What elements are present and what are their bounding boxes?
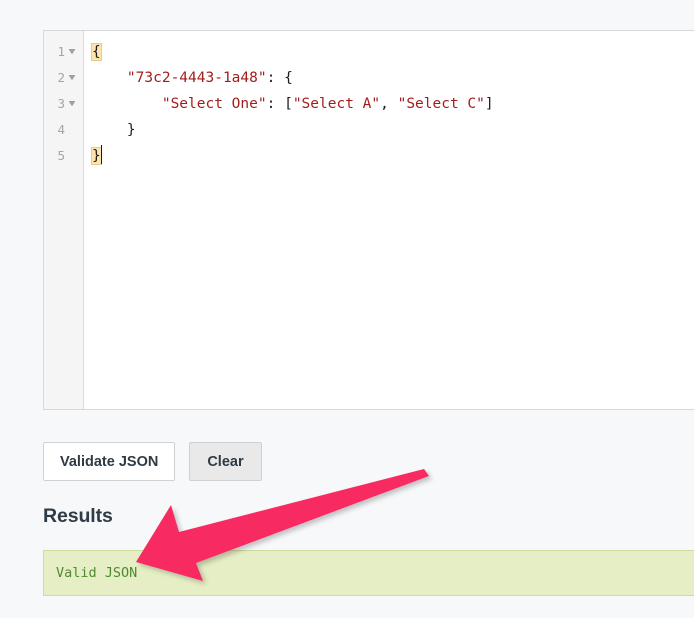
code-line[interactable]: "73c2-4443-1a48": { xyxy=(92,65,694,91)
code-token: { xyxy=(92,44,101,60)
chevron-down-icon[interactable]: ▼ xyxy=(63,65,81,91)
chevron-down-icon[interactable]: ▼ xyxy=(63,39,81,65)
code-line[interactable]: } xyxy=(92,117,694,143)
code-line[interactable]: { xyxy=(92,39,694,65)
validate-json-button[interactable]: Validate JSON xyxy=(43,442,176,481)
text-cursor xyxy=(100,145,102,164)
code-token: "Select A" xyxy=(292,96,381,112)
json-code-editor[interactable]: 1▼ 2▼ 3▼ 4▼ 5▼ { "73c2-4443-1a48": { "Se… xyxy=(43,30,694,410)
chevron-down-icon[interactable]: ▼ xyxy=(63,91,81,117)
editor-line-number-gutter: 1▼ 2▼ 3▼ 4▼ 5▼ xyxy=(44,31,84,409)
code-token: , xyxy=(380,96,398,112)
clear-button[interactable]: Clear xyxy=(189,442,262,481)
code-token: : [ xyxy=(266,96,293,112)
code-token: "73c2-4443-1a48" xyxy=(126,70,267,86)
code-token: } xyxy=(92,148,101,164)
code-line[interactable]: } xyxy=(92,143,694,169)
gutter-row[interactable]: 4▼ xyxy=(44,117,83,143)
code-token: } xyxy=(92,122,136,138)
code-token: "Select C" xyxy=(397,96,485,112)
line-number: 5 xyxy=(57,148,65,163)
line-number: 4 xyxy=(57,122,65,137)
editor-action-buttons: Validate JSON Clear xyxy=(43,442,262,481)
code-token: : { xyxy=(266,70,293,86)
code-token: "Select One" xyxy=(161,96,267,112)
gutter-row[interactable]: 5▼ xyxy=(44,143,83,169)
code-token: ] xyxy=(484,96,494,112)
json-validator-page: 1▼ 2▼ 3▼ 4▼ 5▼ { "73c2-4443-1a48": { "Se… xyxy=(0,0,694,618)
gutter-row[interactable]: 2 ▼ xyxy=(44,65,83,91)
validation-message: Valid JSON xyxy=(56,565,138,581)
editor-code-area[interactable]: { "73c2-4443-1a48": { "Select One": ["Se… xyxy=(84,31,694,409)
results-heading: Results xyxy=(43,505,113,527)
results-status-panel: Valid JSON xyxy=(43,550,694,596)
gutter-row[interactable]: 3 ▼ xyxy=(44,91,83,117)
gutter-row[interactable]: 1 ▼ xyxy=(44,39,83,65)
code-line[interactable]: "Select One": ["Select A", "Select C"] xyxy=(92,91,694,117)
